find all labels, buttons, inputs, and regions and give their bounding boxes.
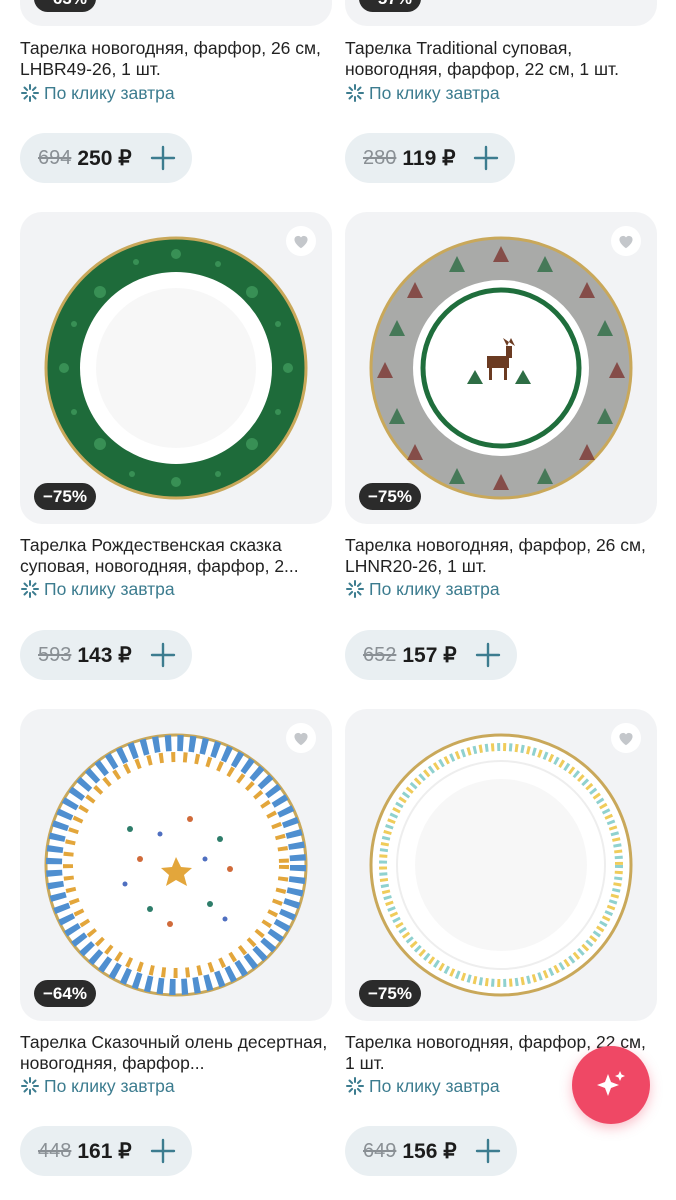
sparkle-icon — [21, 580, 39, 598]
add-to-cart-button[interactable]: 694 250 ₽ — [20, 133, 192, 183]
old-price: 593 — [38, 643, 72, 666]
product-title[interactable]: Тарелка Сказочный олень десертная, новог… — [20, 1032, 332, 1074]
current-price: 157 ₽ — [402, 643, 457, 667]
delivery-label: По клику завтра — [44, 83, 175, 103]
product-image[interactable]: −57% — [345, 0, 657, 26]
plate-image — [44, 236, 308, 500]
current-price: 250 ₽ — [77, 146, 132, 170]
discount-badge: −57% — [359, 0, 421, 12]
sparkles-icon — [597, 1071, 625, 1096]
sparkle-icon — [346, 580, 364, 598]
product-title[interactable]: Тарелка Рождественская сказка суповая, н… — [20, 535, 332, 577]
current-price: 156 ₽ — [402, 1139, 457, 1163]
old-price: 649 — [363, 1139, 397, 1162]
discount-badge: −75% — [34, 483, 96, 510]
plus-icon — [473, 640, 503, 670]
add-to-cart-button[interactable]: 649 156 ₽ — [345, 1126, 517, 1176]
discount-badge: −75% — [359, 980, 421, 1007]
product-image[interactable]: −64% — [20, 709, 332, 1021]
delivery-label: По клику завтра — [369, 83, 500, 103]
plate-image — [369, 236, 633, 500]
sparkle-icon — [21, 1077, 39, 1095]
plus-icon — [473, 1136, 503, 1166]
current-price: 143 ₽ — [77, 643, 132, 667]
discount-badge: −63% — [34, 0, 96, 12]
delivery-label: По клику завтра — [369, 579, 500, 599]
discount-badge: −75% — [359, 483, 421, 510]
plus-icon — [148, 1136, 178, 1166]
favorite-button[interactable] — [286, 226, 316, 256]
old-price: 448 — [38, 1139, 72, 1162]
favorite-button[interactable] — [611, 723, 641, 753]
heart-icon — [294, 732, 308, 746]
delivery-info: По клику завтра — [20, 578, 175, 600]
add-to-cart-button[interactable]: 448 161 ₽ — [20, 1126, 192, 1176]
ai-assistant-button[interactable] — [572, 1046, 650, 1124]
sparkle-icon — [21, 84, 39, 102]
old-price: 280 — [363, 146, 397, 169]
heart-icon — [619, 732, 633, 746]
delivery-info: По клику завтра — [345, 1075, 500, 1097]
plate-image — [369, 733, 633, 997]
favorite-button[interactable] — [286, 723, 316, 753]
product-title[interactable]: Тарелка Traditional суповая, новогодняя,… — [345, 38, 657, 80]
plus-icon — [148, 143, 178, 173]
product-title[interactable]: Тарелка новогодняя, фарфор, 26 см, LHNR2… — [345, 535, 657, 577]
add-to-cart-button[interactable]: 593 143 ₽ — [20, 630, 192, 680]
delivery-label: По клику завтра — [44, 579, 175, 599]
heart-icon — [294, 235, 308, 249]
old-price: 694 — [38, 146, 72, 169]
delivery-info: По клику завтра — [20, 82, 175, 104]
add-to-cart-button[interactable]: 280 119 ₽ — [345, 133, 516, 183]
delivery-label: По клику завтра — [369, 1076, 500, 1096]
plus-icon — [471, 143, 501, 173]
old-price: 652 — [363, 643, 397, 666]
product-title[interactable]: Тарелка новогодняя, фарфор, 26 см, LHBR4… — [20, 38, 332, 80]
product-image[interactable]: −75% — [20, 212, 332, 524]
product-image[interactable]: −63% — [20, 0, 332, 26]
add-to-cart-button[interactable]: 652 157 ₽ — [345, 630, 517, 680]
product-image[interactable]: −75% — [345, 709, 657, 1021]
heart-icon — [619, 235, 633, 249]
product-image[interactable]: −75% — [345, 212, 657, 524]
delivery-info: По клику завтра — [20, 1075, 175, 1097]
delivery-info: По клику завтра — [345, 578, 500, 600]
discount-badge: −64% — [34, 980, 96, 1007]
sparkle-icon — [346, 84, 364, 102]
current-price: 119 ₽ — [402, 146, 456, 170]
plus-icon — [148, 640, 178, 670]
delivery-info: По клику завтра — [345, 82, 500, 104]
delivery-label: По клику завтра — [44, 1076, 175, 1096]
plate-image — [44, 733, 308, 997]
sparkle-icon — [346, 1077, 364, 1095]
current-price: 161 ₽ — [77, 1139, 132, 1163]
favorite-button[interactable] — [611, 226, 641, 256]
